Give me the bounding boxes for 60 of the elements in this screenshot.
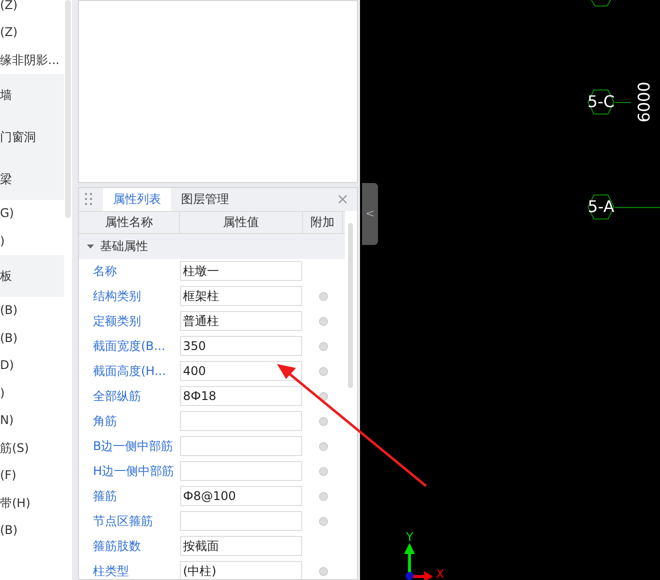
sidebar-item[interactable]: 筋(S) (0, 434, 64, 462)
value-field[interactable]: 普通柱 (180, 311, 302, 331)
sidebar-item[interactable]: 缘非阴影... (0, 46, 64, 74)
caret-icon[interactable] (87, 242, 94, 250)
property-name: 截面高度(H... (92, 363, 167, 380)
value-field[interactable] (180, 511, 302, 531)
group-title: 基础属性 (100, 238, 148, 255)
property-name: 角筋 (92, 413, 118, 430)
sidebar-item[interactable]: 梁 (0, 158, 64, 200)
value-field[interactable]: 8Ф18 (180, 386, 302, 406)
property-name: 截面宽度(B... (92, 338, 166, 355)
property-name: 全部纵筋 (92, 388, 142, 405)
property-name: 箍筋 (92, 488, 118, 505)
group-header[interactable]: 基础属性 (79, 234, 345, 258)
scrollbar-thumb[interactable] (348, 222, 352, 388)
sidebar-item[interactable]: (F) (0, 462, 64, 489)
sidebar-item[interactable]: (B) (0, 324, 64, 352)
value-field[interactable]: 400 (180, 361, 302, 381)
axis-label: 5-C (587, 89, 615, 115)
sidebar-item[interactable]: (B) (0, 296, 64, 324)
grip-icon[interactable] (85, 193, 93, 206)
sidebar-item[interactable]: N) (0, 406, 64, 434)
value-field[interactable] (180, 436, 302, 456)
value-field[interactable]: 350 (180, 336, 302, 356)
sidebar-item[interactable]: ) (0, 379, 64, 406)
sidebar-item[interactable]: G) (0, 200, 64, 227)
sidebar-item[interactable]: 带(H) (0, 489, 64, 516)
value-field[interactable]: 按截面 (180, 536, 302, 556)
value-field[interactable]: 柱墩一 (180, 261, 302, 281)
sidebar-item[interactable]: 板 (0, 254, 64, 296)
sidebar-item[interactable]: (Z) (0, 18, 64, 46)
value-field[interactable] (180, 411, 302, 431)
sidebar-item[interactable]: 墙 (0, 74, 64, 116)
axis-line (615, 206, 660, 208)
property-name: 名称 (92, 263, 118, 280)
column-header: 附加 (303, 212, 343, 232)
panel-tab[interactable]: 图层管理 (171, 188, 239, 210)
property-name: 节点区箍筋 (92, 513, 154, 530)
property-name: 箍筋肢数 (92, 538, 142, 555)
value-field[interactable]: 框架柱 (180, 286, 302, 306)
column-header: 属性值 (180, 212, 303, 232)
property-name: B边一侧中部筋 (92, 438, 174, 455)
sidebar-item[interactable]: (B) (0, 516, 64, 544)
sidebar-item[interactable]: D) (0, 352, 64, 379)
sidebar-item[interactable]: (Z) (0, 0, 64, 18)
axis-label: 5-A (587, 194, 615, 220)
scrollbar-thumb[interactable] (65, 0, 71, 218)
property-name: 定额类别 (92, 313, 142, 330)
value-field[interactable]: (中柱) (180, 561, 302, 579)
axis-gizmo: Y X (404, 530, 446, 580)
sidebar-item[interactable]: ) (0, 227, 64, 254)
property-name: 结构类别 (92, 288, 142, 305)
sidebar-item[interactable]: 门窗洞 (0, 116, 64, 158)
value-field[interactable] (180, 461, 302, 481)
property-name: 柱类型 (92, 563, 130, 579)
column-header: 属性名称 (79, 212, 180, 232)
property-name: H边一侧中部筋 (92, 463, 176, 480)
value-field[interactable]: Ф8@100 (180, 486, 302, 506)
panel-tab[interactable]: 属性列表 (103, 188, 171, 210)
dimension-text: 6000 (633, 82, 654, 122)
